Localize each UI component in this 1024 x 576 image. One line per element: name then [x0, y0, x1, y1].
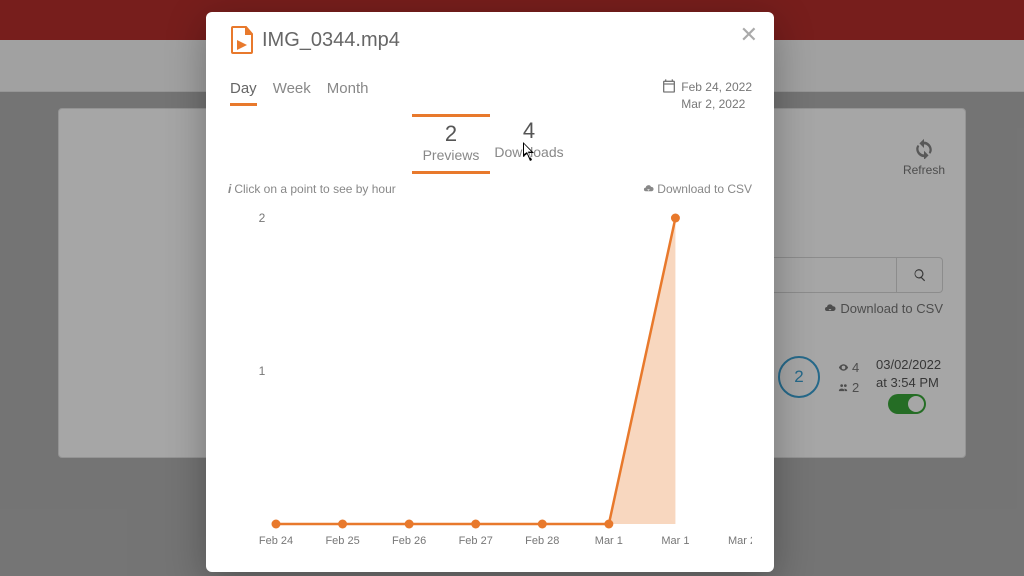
modal-title: IMG_0344.mp4 [230, 26, 400, 54]
svg-text:Mar 1: Mar 1 [595, 535, 623, 547]
range-tabs: Day Week Month [230, 80, 368, 106]
svg-text:2: 2 [259, 211, 266, 225]
info-icon: i [228, 182, 231, 196]
date-range: Feb 24, 2022 Mar 2, 2022 [661, 78, 752, 113]
calendar-icon [661, 78, 677, 94]
video-file-icon [230, 26, 254, 54]
svg-text:Feb 27: Feb 27 [459, 535, 493, 547]
svg-text:Feb 28: Feb 28 [525, 535, 559, 547]
cloud-download-icon [643, 183, 654, 194]
svg-text:Mar 2: Mar 2 [728, 535, 752, 547]
tab-day[interactable]: Day [230, 80, 257, 106]
svg-text:Feb 24: Feb 24 [259, 535, 293, 547]
svg-text:Feb 26: Feb 26 [392, 535, 426, 547]
metric-downloads[interactable]: 4 Downloads [490, 114, 568, 174]
svg-text:Feb 25: Feb 25 [325, 535, 359, 547]
download-csv[interactable]: Download to CSV [643, 182, 752, 196]
close-icon: ✕ [740, 22, 758, 47]
metric-tabs: 2 Previews 4 Downloads [206, 114, 774, 174]
file-stats-modal: ✕ IMG_0344.mp4 Day Week Month Feb 24, 20… [206, 12, 774, 572]
close-button[interactable]: ✕ [740, 24, 758, 46]
chart-hint: iClick on a point to see by hour [228, 182, 396, 196]
tab-week[interactable]: Week [273, 80, 311, 106]
svg-text:1: 1 [259, 364, 266, 378]
tab-month[interactable]: Month [327, 80, 369, 106]
chart-svg: 1 2 Feb 24 Feb 25 Feb 26 Feb 27 Feb 28 Mar 1 Mar… [228, 208, 752, 550]
svg-text:Mar 1: Mar 1 [661, 535, 689, 547]
previews-chart[interactable]: 1 2 Feb 24 Feb 25 Feb 26 Feb 27 Feb 28 Mar 1 Mar… [228, 208, 752, 550]
metric-previews[interactable]: 2 Previews [412, 114, 490, 174]
